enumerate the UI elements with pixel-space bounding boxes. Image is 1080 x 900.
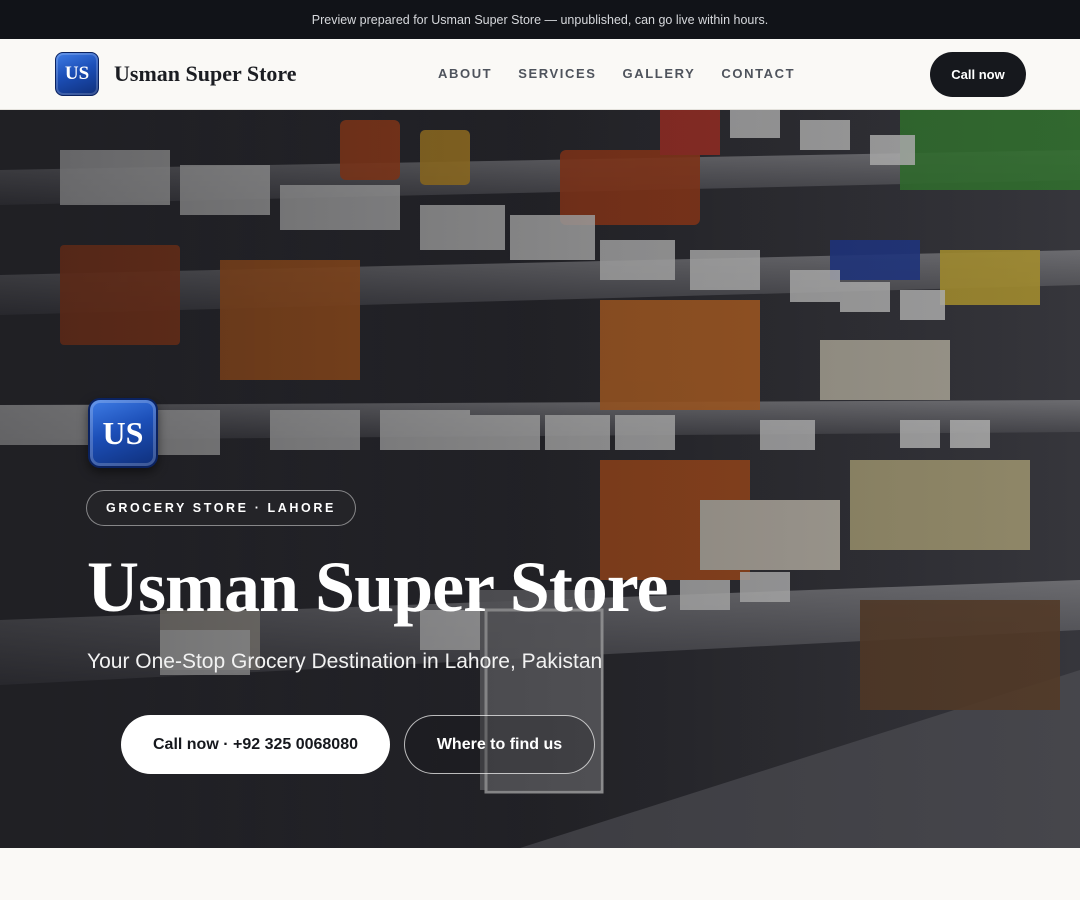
logo-initials: US [64, 63, 90, 84]
brand-name[interactable]: Usman Super Store [114, 61, 297, 87]
preview-banner: Preview prepared for Usman Super Store —… [0, 0, 1080, 39]
preview-banner-text: Preview prepared for Usman Super Store —… [311, 12, 769, 27]
category-badge: GROCERY STORE · LAHORE [86, 490, 356, 526]
hero-logo-icon: US [88, 398, 158, 468]
call-phone-button[interactable]: Call now · +92 325 0068080 [121, 715, 390, 774]
nav-link-contact[interactable]: CONTACT [721, 66, 795, 81]
hero-tagline: Your One-Stop Grocery Destination in Lah… [87, 650, 603, 673]
top-navigation: US Usman Super Store ABOUT SERVICES GALL… [0, 39, 1080, 110]
nav-link-about[interactable]: ABOUT [438, 66, 492, 81]
nav-link-gallery[interactable]: GALLERY [623, 66, 696, 81]
hero-section: US GROCERY STORE · LAHORE Usman Super St… [0, 110, 1080, 848]
hero-title: Usman Super Store [87, 547, 668, 627]
logo-icon[interactable]: US [55, 52, 99, 96]
nav-link-services[interactable]: SERVICES [518, 66, 596, 81]
hero-logo-initials: US [102, 414, 144, 451]
nav-menu: ABOUT SERVICES GALLERY CONTACT [438, 66, 795, 81]
find-us-button[interactable]: Where to find us [404, 715, 595, 774]
call-now-button[interactable]: Call now [930, 52, 1026, 97]
